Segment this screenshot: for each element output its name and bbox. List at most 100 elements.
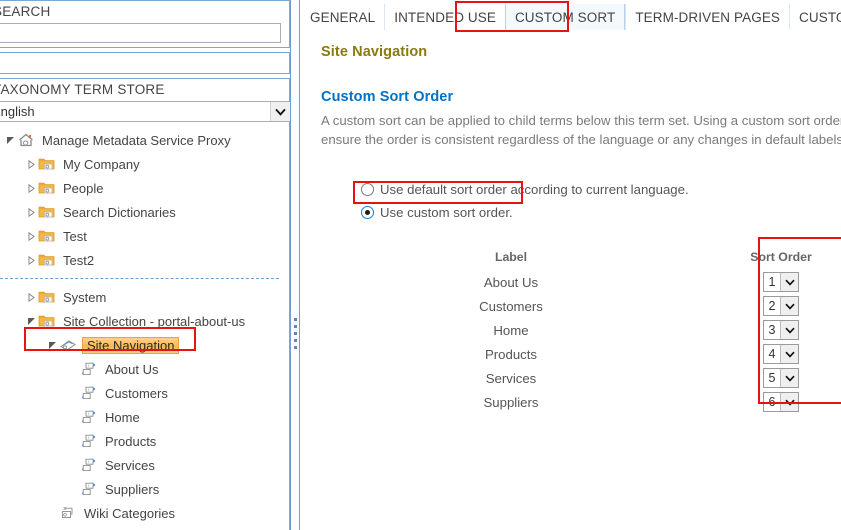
group-icon [38, 156, 56, 172]
language-select-wrapper: English [0, 101, 290, 122]
radio-button-selected-icon[interactable] [361, 205, 374, 219]
tree-expand-arrow-expanded-icon[interactable] [24, 317, 38, 326]
wiki-icon [59, 505, 77, 521]
tab-strip: GENERAL INTENDED USE CUSTOM SORT TERM-DRIVE… [301, 0, 841, 30]
tree-expand-arrow-collapsed-icon[interactable] [24, 231, 38, 241]
taxonomy-term-store-caption: TAXONOMY TERM STORE [0, 82, 165, 97]
sort-order-value: 6 [764, 393, 780, 412]
tree-item[interactable]: Suppliers [0, 477, 289, 501]
radio-button-icon[interactable] [361, 182, 374, 196]
tree-item[interactable]: About Us [0, 357, 289, 381]
tree-item-label: Customers [105, 385, 168, 401]
left-panel: SEARCH TAXONOMY TERM STORE English Manag… [0, 0, 290, 530]
chevron-down-icon[interactable] [780, 393, 798, 412]
table-row: Suppliers 6 [321, 390, 841, 414]
sort-order-dropdown[interactable]: 5 [763, 368, 799, 389]
group-icon [38, 313, 56, 329]
sort-order-value: 5 [764, 369, 780, 388]
chevron-down-icon[interactable] [780, 273, 798, 292]
cell-sort-order: 2 [701, 294, 841, 318]
chevron-down-icon[interactable] [780, 369, 798, 388]
tree-expand-arrow-collapsed-icon[interactable] [24, 207, 38, 217]
tree-item[interactable]: Manage Metadata Service Proxy [0, 128, 289, 152]
tree-item[interactable]: People [0, 176, 289, 200]
column-header-sort-order: Sort Order [750, 250, 812, 265]
cell-term-label: Products [484, 346, 538, 362]
tree-expand-arrow-collapsed-icon[interactable] [24, 183, 38, 193]
tree-item[interactable]: System [0, 285, 289, 309]
sort-order-value: 2 [764, 297, 780, 316]
tree-item-label: Site Navigation [82, 336, 180, 354]
tree-item[interactable]: Products [0, 429, 289, 453]
tab-general[interactable]: GENERAL [301, 4, 385, 30]
term-icon [80, 385, 98, 401]
tree-item[interactable]: Site Collection - portal-about-us [0, 309, 289, 333]
tree-item-label: Home [105, 409, 140, 425]
group-icon [38, 252, 56, 268]
sort-order-dropdown[interactable]: 4 [763, 344, 799, 365]
tree-expand-arrow-collapsed-icon[interactable] [24, 255, 38, 265]
tab-custom-properties[interactable]: CUSTOM PROPERTIES [789, 4, 841, 30]
radio-label: Use default sort order according to curr… [380, 181, 689, 197]
group-icon [38, 289, 56, 305]
tree-item[interactable]: Test [0, 224, 289, 248]
table-body: About Us 1 Customers 2 Home 3 Products 4 Service… [321, 270, 841, 414]
tree-item[interactable]: Home [0, 405, 289, 429]
chevron-down-icon[interactable] [780, 321, 798, 340]
language-select[interactable]: English [0, 101, 290, 122]
splitter-grip[interactable] [294, 318, 297, 353]
radio-label: Use custom sort order. [380, 204, 513, 220]
sort-order-value: 1 [764, 273, 780, 292]
home-icon [17, 132, 35, 148]
tree-item-selected[interactable]: Site Navigation [0, 333, 289, 357]
tree-item[interactable]: Wiki Categories [0, 501, 289, 525]
sort-order-dropdown[interactable]: 3 [763, 320, 799, 341]
tree-item-label: People [63, 180, 104, 196]
tree-separator [0, 278, 279, 279]
table-row: Home 3 [321, 318, 841, 342]
termset-icon [59, 337, 77, 353]
search-panel: SEARCH [0, 0, 290, 48]
tree-item-label: My Company [63, 156, 140, 172]
sort-order-radio-group: Use default sort order according to curr… [361, 178, 841, 223]
search-input[interactable] [0, 23, 281, 43]
column-header-label: Label [494, 250, 528, 265]
tab-intended-use[interactable]: INTENDED USE [384, 4, 505, 30]
chevron-down-icon[interactable] [780, 345, 798, 364]
cell-sort-order: 3 [701, 318, 841, 342]
content-area: Site Navigation Custom Sort Order A cust… [301, 44, 841, 414]
panel-splitter[interactable] [290, 0, 300, 530]
tree-item[interactable]: Search Dictionaries [0, 200, 289, 224]
cell-sort-order: 1 [701, 270, 841, 294]
sort-order-value: 3 [764, 321, 780, 340]
tree-item[interactable]: Test2 [0, 248, 289, 272]
cell-sort-order: 6 [701, 390, 841, 414]
cell-sort-order: 5 [701, 366, 841, 390]
tree-expand-arrow-collapsed-icon[interactable] [24, 159, 38, 169]
tree-item-label: Manage Metadata Service Proxy [42, 132, 231, 148]
tree-item-label: Wiki Categories [84, 505, 176, 521]
tree-item-label: System [63, 289, 107, 305]
tree-item[interactable]: Services [0, 453, 289, 477]
sort-order-dropdown[interactable]: 1 [763, 272, 799, 293]
section-title: Custom Sort Order [321, 89, 454, 105]
chevron-down-icon[interactable] [780, 297, 798, 316]
table-row: Services 5 [321, 366, 841, 390]
sort-order-dropdown[interactable]: 6 [763, 392, 799, 413]
radio-option[interactable]: Use default sort order according to curr… [361, 178, 841, 200]
term-icon [80, 361, 98, 377]
cell-term-label: Customers [479, 298, 543, 314]
tree-expand-arrow-collapsed-icon[interactable] [24, 292, 38, 302]
tree-item-label: Products [105, 433, 157, 449]
tab-term-driven-pages[interactable]: TERM-DRIVEN PAGES [625, 4, 790, 30]
tab-custom-sort[interactable]: CUSTOM SORT [504, 4, 626, 30]
tree-expand-arrow-expanded-icon[interactable] [3, 136, 17, 145]
radio-option[interactable]: Use custom sort order. [361, 201, 841, 223]
sort-order-dropdown[interactable]: 2 [763, 296, 799, 317]
term-icon [80, 409, 98, 425]
group-icon [38, 180, 56, 196]
tree-item[interactable]: My Company [0, 152, 289, 176]
tree-item[interactable]: Customers [0, 381, 289, 405]
tree-expand-arrow-expanded-icon[interactable] [45, 341, 59, 350]
search-caption: SEARCH [0, 4, 51, 19]
